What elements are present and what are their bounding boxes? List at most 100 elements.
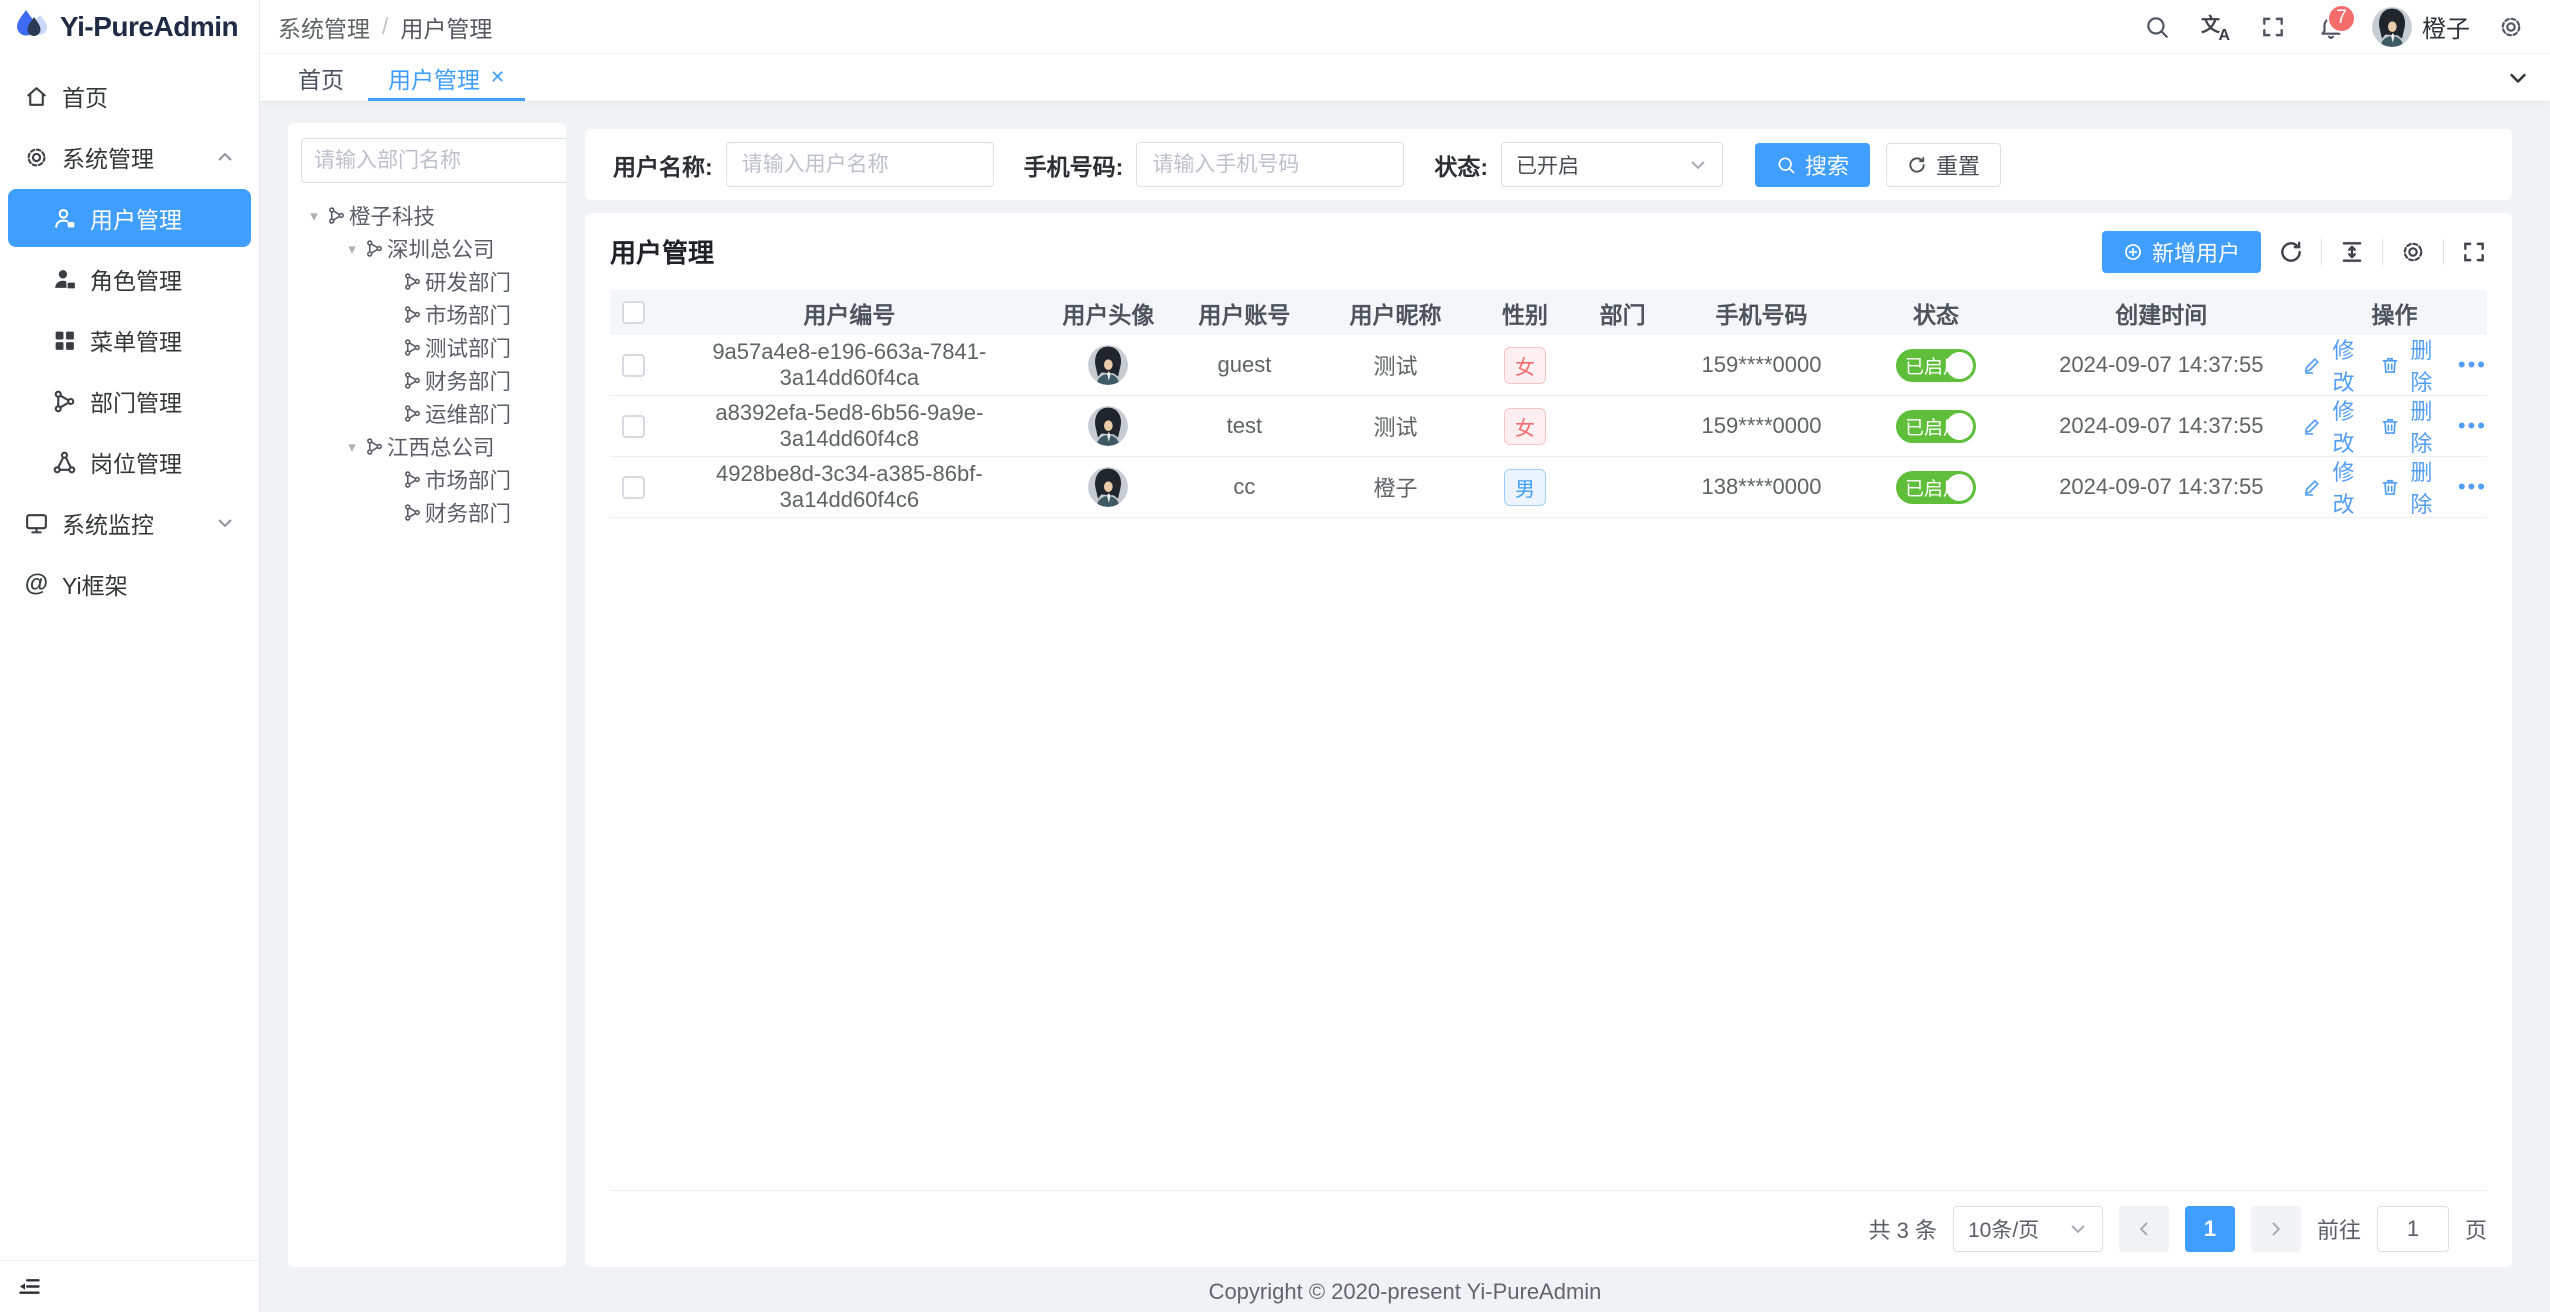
status-select[interactable]: 已开启 (1501, 142, 1723, 187)
tree-node[interactable]: ▾ 江西总公司 (301, 430, 553, 463)
tree-node[interactable]: ▾深圳总公司 (301, 232, 553, 265)
status-select-value: 已开启 (1516, 150, 1579, 180)
tree-node[interactable]: 市场部门 (301, 463, 553, 496)
page-size-select[interactable]: 10条/页 (1953, 1206, 2103, 1252)
user-nickname: 测试 (1315, 349, 1476, 381)
table-fullscreen-button[interactable] (2461, 239, 2487, 265)
next-page-button[interactable] (2251, 1206, 2301, 1252)
table-row[interactable]: 4928be8d-3c34-a385-86bf-3a14dd60f4c6 cc … (610, 457, 2487, 518)
delete-label: 删除 (2405, 455, 2438, 519)
status-toggle[interactable]: 已启用 (1896, 349, 1976, 382)
settings-button[interactable] (2486, 2, 2536, 52)
table-row[interactable]: 9a57a4e8-e196-663a-7841-3a14dd60f4ca gue… (610, 335, 2487, 396)
breadcrumb-item[interactable]: 系统管理 (278, 10, 370, 44)
sidebar-group-system[interactable]: 系统管理 (8, 128, 251, 186)
filter-bar: 用户名称: 手机号码: 状态: 已开启 (585, 129, 2512, 200)
user-phone: 159****0000 (1671, 413, 1851, 439)
phone-input[interactable] (1136, 142, 1404, 187)
edit-button[interactable]: 修改 (2302, 455, 2360, 519)
user-menu[interactable]: 橙子 (2364, 7, 2478, 47)
add-user-button[interactable]: 新增用户 (2102, 231, 2261, 273)
row-checkbox[interactable] (622, 415, 645, 438)
language-switch-button[interactable]: 文A (2190, 2, 2240, 52)
goto-page-input[interactable] (2377, 1206, 2449, 1252)
fullscreen-button[interactable] (2248, 2, 2298, 52)
density-icon (2339, 239, 2365, 265)
tree-node[interactable]: 财务部门 (301, 364, 553, 397)
global-search-button[interactable] (2132, 2, 2182, 52)
tree-node[interactable]: 市场部门 (301, 298, 553, 331)
tab-options-button[interactable] (2486, 54, 2550, 101)
delete-button[interactable]: 删除 (2380, 333, 2438, 397)
column-settings-button[interactable] (2400, 239, 2426, 265)
toolbar-divider (2321, 239, 2322, 265)
dept-search-input[interactable] (314, 149, 566, 173)
tree-node[interactable]: 财务部门 (301, 496, 553, 529)
sidebar-item-menus[interactable]: 菜单管理 (8, 311, 251, 369)
more-actions-button[interactable]: ••• (2458, 360, 2487, 370)
tree-node-label: 市场部门 (425, 299, 511, 330)
more-actions-button[interactable]: ••• (2458, 421, 2487, 431)
search-button[interactable]: 搜索 (1755, 143, 1870, 187)
density-button[interactable] (2339, 239, 2365, 265)
caret-down-icon[interactable]: ▾ (339, 438, 365, 456)
delete-button[interactable]: 删除 (2380, 394, 2438, 458)
dept-icon (403, 503, 422, 522)
chevron-up-icon (215, 147, 235, 167)
user-table-card: 用户管理 新增用户 (585, 213, 2512, 1267)
sidebar-item-framework[interactable]: @ Yi框架 (8, 555, 251, 613)
status-toggle[interactable]: 已启用 (1896, 471, 1976, 504)
reset-button[interactable]: 重置 (1886, 143, 2001, 187)
delete-button[interactable]: 删除 (2380, 455, 2438, 519)
dept-icon (403, 305, 422, 324)
prev-page-button[interactable] (2119, 1206, 2169, 1252)
refresh-table-button[interactable] (2278, 239, 2304, 265)
row-checkbox[interactable] (622, 354, 645, 377)
fullscreen-icon (2461, 239, 2487, 265)
table-row[interactable]: a8392efa-5ed8-6b56-9a9e-3a14dd60f4c8 tes… (610, 396, 2487, 457)
grid-icon (52, 328, 77, 353)
edit-button[interactable]: 修改 (2302, 394, 2360, 458)
status-toggle[interactable]: 已启用 (1896, 410, 1976, 443)
close-tab-icon[interactable]: ✕ (490, 67, 505, 88)
dept-icon (403, 470, 422, 489)
notifications-button[interactable]: 7 (2306, 2, 2356, 52)
gear-icon (2498, 14, 2524, 40)
tab-user-management[interactable]: 用户管理 ✕ (366, 54, 527, 101)
sidebar-item-home[interactable]: 首页 (8, 67, 251, 125)
sidebar-item-users[interactable]: 用户管理 (8, 189, 251, 247)
monitor-icon (24, 511, 49, 536)
more-actions-button[interactable]: ••• (2458, 482, 2487, 492)
at-icon: @ (24, 570, 49, 598)
tree-node[interactable]: 测试部门 (301, 331, 553, 364)
select-all-checkbox[interactable] (622, 301, 645, 324)
sidebar-item-posts[interactable]: 岗位管理 (8, 433, 251, 491)
caret-down-icon[interactable]: ▾ (301, 207, 327, 225)
tree-node-label: 江西总公司 (387, 431, 495, 462)
sidebar-group-label: 系统管理 (62, 140, 154, 174)
status-toggle-label: 已启用 (1905, 474, 1962, 501)
sidebar-item-label: 用户管理 (90, 201, 182, 235)
sidebar-item-label: 菜单管理 (90, 323, 182, 357)
tree-node[interactable]: 研发部门 (301, 265, 553, 298)
sidebar-group-label: 系统监控 (62, 506, 154, 540)
page-number-button[interactable]: 1 (2185, 1206, 2235, 1252)
row-checkbox[interactable] (622, 476, 645, 499)
tab-home[interactable]: 首页 (276, 54, 366, 101)
caret-down-icon[interactable]: ▾ (339, 240, 365, 258)
brand[interactable]: Yi-PureAdmin (0, 0, 259, 54)
sidebar-item-roles[interactable]: 角色管理 (8, 250, 251, 308)
tree-node[interactable]: 运维部门 (301, 397, 553, 430)
username-input[interactable] (726, 142, 994, 187)
sidebar: Yi-PureAdmin 首页 系统管理 用户管理 角色管理 菜单 (0, 0, 260, 1312)
column-header: 用户头像 (1043, 296, 1174, 330)
sidebar-item-label: Yi框架 (62, 567, 128, 601)
sidebar-item-departments[interactable]: 部门管理 (8, 372, 251, 430)
collapse-sidebar-icon[interactable] (16, 1273, 43, 1300)
edit-button[interactable]: 修改 (2302, 333, 2360, 397)
column-header: 手机号码 (1671, 296, 1851, 330)
sidebar-group-monitor[interactable]: 系统监控 (8, 494, 251, 552)
tree-node[interactable]: ▾橙子科技 (301, 199, 553, 232)
status-toggle-label: 已启用 (1905, 413, 1962, 440)
dept-icon (403, 338, 422, 357)
